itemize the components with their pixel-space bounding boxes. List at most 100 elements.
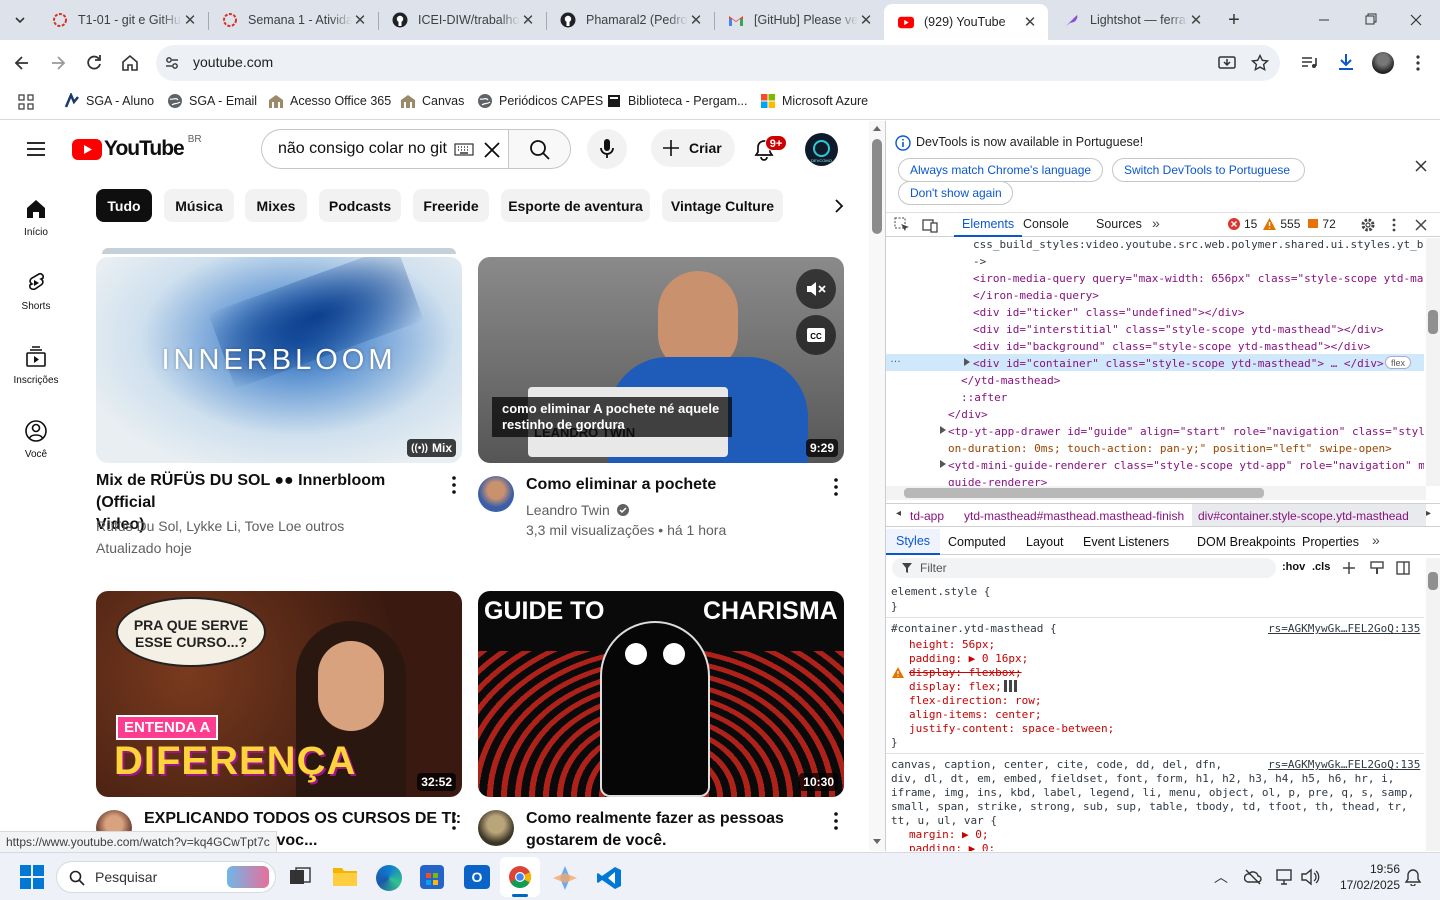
dont-show-again-button[interactable]: Don't show again — [898, 181, 1013, 205]
flex-badge[interactable]: flex — [1385, 356, 1412, 369]
search-button[interactable] — [508, 129, 571, 169]
more-tabs-icon[interactable]: » — [1152, 215, 1160, 231]
install-app-icon[interactable] — [1218, 54, 1236, 72]
inspect-element-icon[interactable] — [894, 217, 910, 233]
notifications-bell-icon[interactable] — [1404, 868, 1422, 886]
hover-state-toggle[interactable]: :hov — [1282, 561, 1305, 573]
plus-icon[interactable] — [1342, 561, 1356, 575]
dom-line[interactable]: <div id="ticker" class="undefined"></div… — [973, 304, 1245, 321]
browser-tab[interactable]: ICEI-DIW/trabalho ✕ — [378, 4, 546, 36]
kebab-menu-icon[interactable] — [1410, 53, 1426, 73]
close-icon[interactable]: ✕ — [182, 12, 198, 29]
switch-language-button[interactable]: Switch DevTools to Portuguese — [1112, 158, 1305, 182]
media-controls-icon[interactable] — [1300, 54, 1318, 72]
bookmark-canvas[interactable]: Canvas — [400, 93, 464, 109]
close-icon[interactable] — [1414, 159, 1428, 173]
minimize-button[interactable] — [1312, 10, 1336, 30]
css-source-link[interactable]: rs=AGKMywGk…FEL2GoQ:135 — [1268, 620, 1420, 637]
profile-avatar[interactable] — [1372, 52, 1394, 74]
kebab-menu-icon[interactable] — [824, 809, 848, 833]
chevron-left-icon[interactable]: ◂ — [896, 508, 901, 519]
class-toggle[interactable]: .cls — [1312, 561, 1330, 573]
bookmark-capes[interactable]: Periódicos CAPES — [477, 93, 603, 109]
mute-button[interactable] — [796, 269, 836, 309]
tab-dom-breakpoints[interactable]: DOM Breakpoints — [1197, 535, 1296, 549]
dom-line[interactable]: <div id="background" class="style-scope … — [973, 338, 1370, 355]
nav-shorts[interactable]: Shorts — [0, 271, 72, 312]
tab-search-button[interactable] — [8, 8, 32, 32]
close-icon[interactable] — [1414, 218, 1428, 232]
nav-inicio[interactable]: Início — [0, 197, 72, 238]
outlook-icon[interactable]: O — [464, 865, 490, 889]
dom-line-selected[interactable]: <div id="container" class="style-scope y… — [973, 355, 1384, 372]
dom-tree-hscrollbar[interactable] — [886, 486, 1426, 500]
back-arrow-icon[interactable] — [12, 53, 32, 73]
channel-avatar[interactable] — [478, 810, 514, 846]
dom-line[interactable]: </div> — [948, 406, 988, 423]
expand-arrow-icon[interactable] — [939, 426, 947, 434]
system-clock[interactable]: 19:56 17/02/2025 — [1330, 861, 1400, 893]
vscode-icon[interactable] — [596, 865, 622, 891]
dom-line[interactable]: <tp-yt-app-drawer id="guide" align="star… — [948, 423, 1424, 440]
sidebar-toggle-icon[interactable] — [1396, 561, 1410, 575]
browser-tab[interactable]: Semana 1 - Atividade ✕ — [208, 4, 378, 36]
dom-tree-scrollbar[interactable] — [1426, 238, 1440, 486]
file-explorer-icon[interactable] — [332, 865, 358, 889]
address-bar[interactable]: youtube.com — [156, 45, 1280, 81]
video-title[interactable]: Como realmente fazer as pessoas gostarem … — [526, 808, 816, 851]
chip-mixes[interactable]: Mixes — [245, 189, 307, 222]
nav-voce[interactable]: Você — [0, 419, 72, 460]
close-icon[interactable]: ✕ — [1188, 12, 1204, 29]
tab-elements[interactable]: Elements — [954, 213, 1023, 237]
tab-layout[interactable]: Layout — [1026, 535, 1064, 549]
apps-grid-icon[interactable] — [18, 94, 34, 110]
home-icon[interactable] — [120, 53, 140, 73]
kebab-menu-icon[interactable] — [442, 809, 466, 833]
restore-button[interactable] — [1358, 10, 1382, 30]
dom-line[interactable]: on-duration: 0ms; touch-action: pan-y;" … — [948, 440, 1392, 457]
download-icon[interactable] — [1336, 52, 1356, 72]
bookmark-office[interactable]: Acesso Office 365 — [268, 93, 391, 109]
kebab-menu-icon[interactable] — [1390, 217, 1398, 233]
browser-tab[interactable]: T1-01 - git e GitHub ✕ — [38, 4, 208, 36]
tab-event-listeners[interactable]: Event Listeners — [1083, 535, 1169, 549]
tab-console[interactable]: Console — [1023, 217, 1069, 231]
gear-icon[interactable] — [1360, 217, 1376, 233]
bookmark-sga-aluno[interactable]: SGA - Aluno — [64, 93, 154, 109]
styles-filter-input[interactable]: Filter — [892, 558, 1276, 578]
video-channel[interactable]: Leandro Twin — [526, 500, 630, 520]
windows-start-icon[interactable] — [20, 865, 44, 889]
tab-styles[interactable]: Styles — [886, 529, 941, 555]
edge-icon[interactable] — [376, 865, 402, 891]
captions-button[interactable]: CC — [796, 315, 836, 355]
close-window-button[interactable] — [1404, 10, 1428, 30]
paint-brush-icon[interactable] — [1370, 561, 1384, 575]
cloud-offline-icon[interactable] — [1244, 868, 1262, 886]
expand-arrow-icon[interactable] — [963, 358, 971, 366]
show-hidden-icons[interactable]: ︿ — [1214, 867, 1228, 887]
site-info-icon[interactable] — [164, 55, 180, 71]
gemini-app-icon[interactable] — [552, 865, 578, 891]
hamburger-menu-icon[interactable] — [24, 137, 48, 161]
forward-arrow-icon[interactable] — [48, 53, 68, 73]
styles-pane[interactable]: element.style { } #container.ytd-masthea… — [886, 581, 1424, 851]
video-title[interactable]: Como eliminar a pochete — [526, 474, 816, 496]
browser-tab[interactable]: Lightshot — ferramenta ✕ — [1050, 4, 1214, 36]
tab-properties[interactable]: Properties — [1302, 535, 1359, 549]
video-channel[interactable]: Rüfüs Du Sol, Lykke Li, Tove Loe outros — [96, 516, 344, 536]
create-button[interactable]: Criar — [651, 129, 735, 167]
css-rule-selector[interactable]: element.style { — [891, 583, 990, 600]
channel-avatar[interactable] — [478, 476, 514, 512]
video-thumbnail[interactable]: INNERBLOOM ((•)) Mix — [96, 257, 462, 463]
taskbar-search-input[interactable]: Pesquisar — [56, 861, 276, 893]
youtube-logo[interactable]: YouTube BR — [72, 134, 202, 161]
chrome-taskbar-button[interactable] — [500, 857, 540, 897]
flexbox-editor-icon[interactable] — [1004, 680, 1018, 692]
dom-line[interactable]: -> — [973, 253, 986, 270]
network-icon[interactable] — [1276, 868, 1296, 886]
chip-vintage-culture[interactable]: Vintage Culture — [662, 189, 783, 222]
dom-line[interactable]: ::after — [961, 389, 1007, 406]
close-icon[interactable]: ✕ — [520, 12, 536, 29]
chip-esporte-de-aventura[interactable]: Esporte de aventura — [501, 189, 650, 222]
search-input[interactable]: não consigo colar no git — [261, 129, 508, 169]
